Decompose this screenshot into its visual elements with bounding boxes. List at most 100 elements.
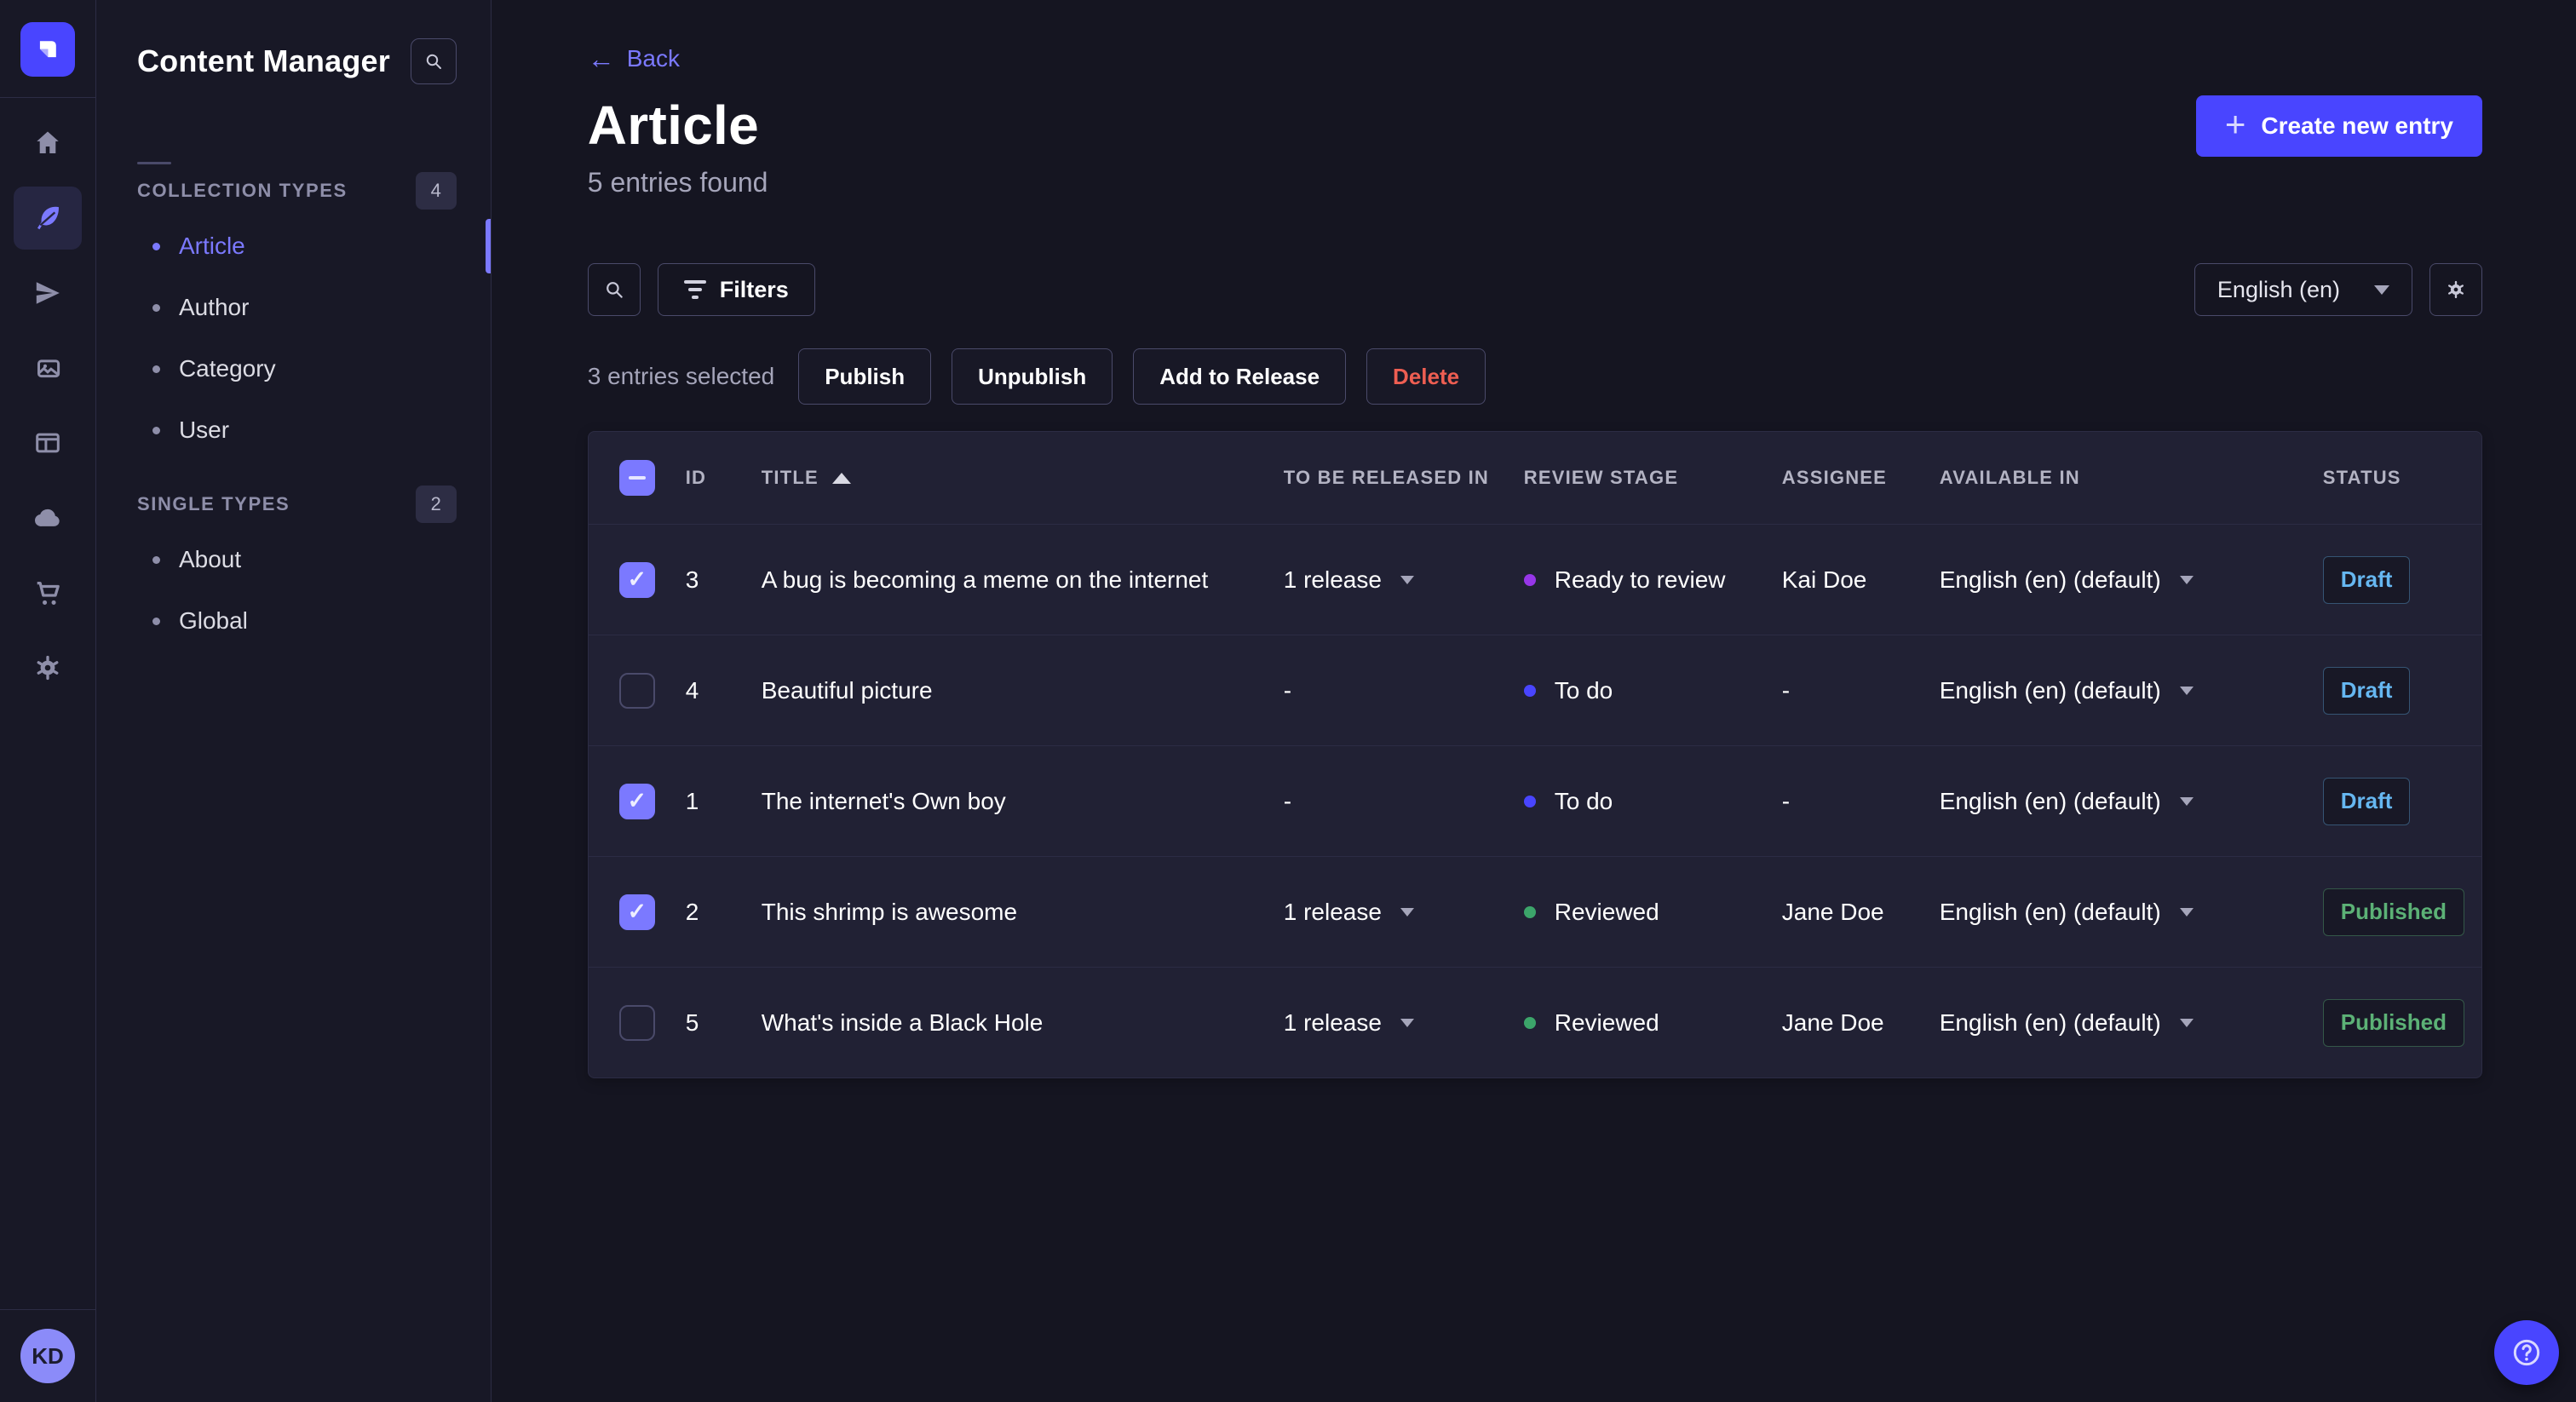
row-release-select[interactable]: 1 release: [1284, 566, 1524, 594]
subnav-item[interactable]: Global: [96, 590, 491, 652]
subnav-item[interactable]: Author: [96, 277, 491, 338]
toolbar-left: Filters: [587, 263, 815, 316]
user-avatar[interactable]: KD: [20, 1329, 75, 1383]
nav-releases-icon[interactable]: [14, 261, 82, 325]
subnav-item-label: Article: [178, 233, 245, 259]
row-title: The internet's Own boy: [761, 787, 1006, 814]
help-button[interactable]: [2494, 1320, 2559, 1385]
row-release-select[interactable]: 1 release: [1284, 1009, 1524, 1037]
nav-content-manager-icon[interactable]: [13, 187, 82, 250]
status-badge: Draft: [2322, 555, 2411, 604]
row-locale-value: English (en) (default): [1939, 898, 2161, 925]
add-to-release-button[interactable]: Add to Release: [1133, 348, 1347, 405]
row-checkbox[interactable]: [618, 893, 655, 930]
row-locale-select[interactable]: English (en) (default): [1940, 899, 2323, 926]
column-header-review-stage[interactable]: REVIEW STAGE: [1524, 467, 1782, 489]
bullet-icon: [152, 426, 160, 434]
nav-media-library-icon[interactable]: [14, 336, 82, 399]
row-assignee: Kai Doe: [1781, 566, 1867, 593]
nav-settings-icon[interactable]: [14, 636, 82, 699]
row-checkbox-cell: [618, 561, 686, 598]
column-header-title[interactable]: TITLE: [762, 467, 1284, 489]
row-review-stage: To do: [1523, 787, 1782, 815]
create-new-entry-button[interactable]: + Create new entry: [2195, 95, 2482, 157]
row-assignee: Jane Doe: [1781, 1008, 1884, 1036]
chevron-down-icon: [2179, 796, 2194, 806]
rail-logo-area: [0, 0, 95, 98]
subnav-item[interactable]: Category: [96, 338, 491, 399]
stage-label: To do: [1554, 787, 1613, 814]
subnav-item[interactable]: Article: [96, 215, 491, 277]
column-header-assignee[interactable]: ASSIGNEE: [1782, 467, 1940, 489]
row-status-cell: Draft: [2322, 666, 2481, 715]
subnav-item-label: Author: [178, 294, 250, 320]
column-header-id[interactable]: ID: [686, 467, 762, 489]
locale-select[interactable]: English (en): [2194, 263, 2412, 316]
row-title: What's inside a Black Hole: [761, 1008, 1044, 1036]
chevron-down-icon: [2179, 686, 2194, 695]
row-review-stage: Ready to review: [1523, 566, 1782, 594]
column-header-status[interactable]: STATUS: [2323, 467, 2481, 489]
chevron-down-icon: [2179, 575, 2194, 584]
subnav-item[interactable]: User: [96, 399, 491, 461]
row-id: 3: [685, 566, 699, 593]
row-locale-value: English (en) (default): [1939, 676, 2161, 704]
row-checkbox-cell: [618, 1004, 686, 1041]
bullet-icon: [152, 555, 160, 564]
row-checkbox[interactable]: [618, 1004, 655, 1041]
stage-dot: [1523, 795, 1536, 807]
nav-cloud-icon[interactable]: [14, 486, 82, 549]
row-checkbox-cell: [618, 672, 686, 709]
row-locale-select[interactable]: English (en) (default): [1940, 566, 2323, 594]
filter-icon: [683, 280, 706, 299]
subnav-item-label: About: [178, 546, 242, 572]
table-row[interactable]: 2 This shrimp is awesome 1 release Revie…: [588, 856, 2481, 967]
row-assignee: Jane Doe: [1781, 898, 1884, 925]
table-row[interactable]: 5 What's inside a Black Hole 1 release R…: [588, 967, 2481, 1077]
row-title: This shrimp is awesome: [761, 898, 1018, 925]
selection-bar: 3 entries selected Publish Unpublish Add…: [588, 348, 2482, 405]
row-status-cell: Draft: [2322, 777, 2481, 825]
table-body: 3 A bug is becoming a meme on the intern…: [588, 524, 2481, 1077]
rail-icon-list: [13, 112, 82, 699]
row-locale-select[interactable]: English (en) (default): [1940, 788, 2323, 815]
create-new-entry-label: Create new entry: [2261, 112, 2453, 139]
nav-marketplace-icon[interactable]: [14, 561, 82, 624]
strapi-logo[interactable]: [20, 22, 75, 77]
row-locale-select[interactable]: English (en) (default): [1940, 1009, 2323, 1037]
row-checkbox[interactable]: [618, 561, 655, 598]
chevron-down-icon: [1400, 575, 1414, 584]
delete-button[interactable]: Delete: [1366, 348, 1486, 405]
row-checkbox[interactable]: [618, 783, 655, 819]
view-settings-button[interactable]: [2429, 263, 2482, 316]
row-release-select[interactable]: -: [1284, 788, 1524, 815]
table-row[interactable]: 3 A bug is becoming a meme on the intern…: [588, 524, 2481, 635]
column-header-available-in[interactable]: AVAILABLE IN: [1940, 467, 2323, 489]
publish-button[interactable]: Publish: [798, 348, 932, 405]
table-row[interactable]: 1 The internet's Own boy - To do - Engli…: [588, 745, 2481, 856]
filters-button[interactable]: Filters: [657, 263, 815, 316]
table-header-row: ID TITLE TO BE RELEASED IN REVIEW STAGE …: [589, 432, 2481, 524]
stage-label: To do: [1554, 676, 1613, 704]
row-id: 2: [685, 898, 699, 925]
nav-home-icon[interactable]: [14, 112, 82, 175]
unpublish-button[interactable]: Unpublish: [952, 348, 1113, 405]
table-row[interactable]: 4 Beautiful picture - To do - English (e…: [588, 635, 2481, 745]
subnav-search-button[interactable]: [410, 38, 457, 84]
stage-dot: [1523, 1016, 1536, 1029]
help-question-icon: [2513, 1339, 2540, 1366]
column-header-release[interactable]: TO BE RELEASED IN: [1284, 467, 1524, 489]
select-all-checkbox[interactable]: [618, 460, 655, 496]
row-locale-select[interactable]: English (en) (default): [1940, 677, 2323, 704]
back-link[interactable]: ← Back: [588, 44, 680, 73]
row-checkbox[interactable]: [618, 672, 655, 709]
subnav-item[interactable]: About: [96, 529, 491, 590]
row-release-select[interactable]: 1 release: [1284, 899, 1524, 926]
nav-content-type-builder-icon[interactable]: [14, 411, 82, 474]
row-assignee: -: [1781, 676, 1791, 704]
table-search-button[interactable]: [587, 263, 641, 316]
row-release-select[interactable]: -: [1284, 677, 1524, 704]
bullet-icon: [152, 242, 160, 250]
main-nav-rail: KD: [0, 0, 96, 1402]
row-locale-value: English (en) (default): [1939, 566, 2161, 593]
